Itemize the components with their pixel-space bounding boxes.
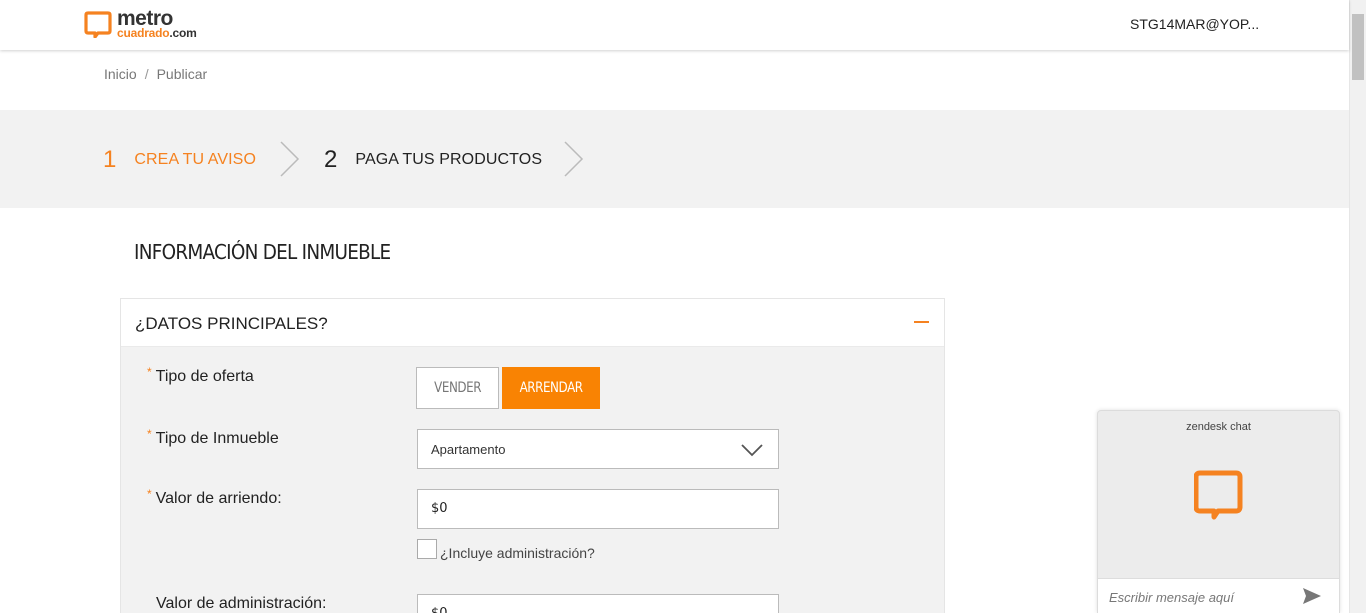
required-mark: * [147,487,152,501]
stepper: 1 CREA TU AVISO 2 PAGA TUS PRODUCTOS [0,110,1349,208]
valor-arriendo-input[interactable]: $0 [417,489,779,529]
chat-message-input[interactable]: Escribir mensaje aquí [1098,578,1339,613]
step-label: PAGA TUS PRODUCTOS [355,151,543,168]
valor-administracion-input[interactable]: $0 [417,594,779,613]
chat-placeholder: Escribir mensaje aquí [1109,590,1234,605]
page: metro cuadrado.com STG14MAR@YOP... Inici… [0,0,1366,613]
step-number: 2 [324,146,338,173]
arrendar-button[interactable]: ARRENDAR [502,367,600,409]
tipo-inmueble-label: * Tipo de Inmueble [147,427,279,448]
chevron-down-icon [741,444,763,457]
arrendar-button-label: ARRENDAR [519,380,583,396]
vender-button[interactable]: VENDER [416,367,499,409]
required-mark: * [147,427,152,441]
chat-title: zendesk chat [1186,421,1251,433]
logo-bottom-dark: .com [169,26,197,40]
user-account-menu[interactable]: STG14MAR@YOP... [1130,16,1259,32]
incluye-administracion-label: ¿Incluye administración? [440,545,595,561]
valor-arriendo-label: * Valor de arriendo: [147,487,282,508]
send-icon[interactable] [1302,587,1322,605]
step-paga-tus-productos: 2 PAGA TUS PRODUCTOS [324,146,542,174]
datos-principales-panel: ¿DATOS PRINCIPALES? * Tipo de oferta VEND… [120,298,945,613]
scrollbar-thumb[interactable] [1352,14,1364,80]
chevron-right-icon [564,141,584,177]
valor-administracion-label: Valor de administración: [156,595,327,612]
breadcrumb-item-inicio[interactable]: Inicio [104,66,137,82]
minus-icon[interactable] [914,321,929,323]
step-label: CREA TU AVISO [134,151,256,168]
logo[interactable]: metro cuadrado.com [84,8,197,42]
tipo-oferta-label: * Tipo de oferta [147,365,254,386]
step-number: 1 [103,146,117,173]
tipo-inmueble-label-text: Tipo de Inmueble [155,430,279,447]
required-mark: * [147,365,152,379]
vender-button-label: VENDER [434,380,481,396]
breadcrumb-separator: / [144,66,149,82]
section-title: INFORMACIÓN DEL INMUEBLE [134,240,391,264]
header: metro cuadrado.com STG14MAR@YOP... [0,0,1349,50]
logo-text: metro cuadrado.com [117,8,197,39]
breadcrumb-item-publicar: Publicar [156,66,208,82]
zendesk-chat-widget[interactable]: zendesk chat Escribir mensaje aquí [1097,410,1340,613]
step-crea-tu-aviso: 1 CREA TU AVISO [103,146,256,174]
chat-logo-icon [1194,470,1243,520]
tipo-inmueble-value: Apartamento [431,442,506,457]
breadcrumb: Inicio / Publicar [104,66,207,82]
scrollbar[interactable] [1349,0,1366,613]
tipo-inmueble-select[interactable]: Apartamento [417,429,779,469]
panel-title: ¿DATOS PRINCIPALES? [135,314,328,333]
tipo-oferta-label-text: Tipo de oferta [155,368,254,385]
valor-arriendo-label-text: Valor de arriendo: [155,490,282,507]
panel-header[interactable]: ¿DATOS PRINCIPALES? [121,299,944,347]
logo-bottom-text: cuadrado.com [117,27,197,39]
chevron-right-icon [280,141,300,177]
logo-icon [84,11,112,38]
incluye-administracion-checkbox[interactable] [417,539,437,559]
logo-bottom-orange: cuadrado [117,26,170,40]
